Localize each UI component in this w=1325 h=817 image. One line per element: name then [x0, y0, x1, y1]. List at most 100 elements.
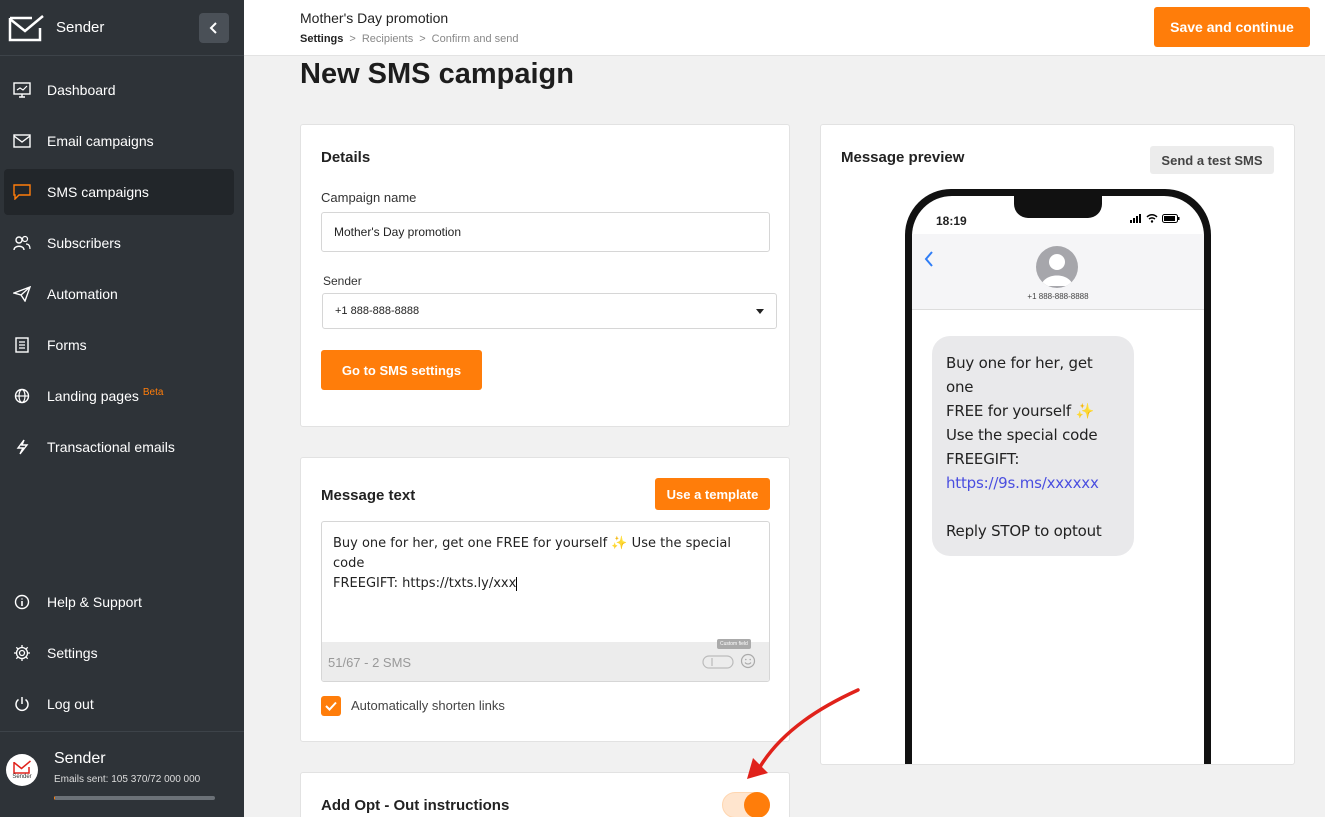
sender-logo-icon	[13, 760, 31, 774]
bubble-optout: Reply STOP to optout	[946, 522, 1102, 540]
sidebar-item-label: Landing pages	[47, 388, 139, 404]
collapse-sidebar-button[interactable]	[199, 13, 229, 43]
chevron-right-icon: >	[419, 33, 426, 45]
top-bar: Mother's Day promotion Settings > Recipien…	[244, 0, 1325, 56]
account-name: Sender	[54, 750, 106, 767]
sidebar-item-label: Subscribers	[47, 235, 121, 251]
form-icon	[12, 335, 32, 355]
sidebar-item-label: Transactional emails	[47, 439, 175, 455]
message-footer: 51/67 - 2 SMS Custom field	[322, 639, 769, 681]
save-and-continue-button[interactable]: Save and continue	[1154, 7, 1310, 47]
sidebar-item-transactional-emails[interactable]: Transactional emails	[4, 424, 234, 470]
sidebar-item-label: SMS campaigns	[47, 184, 149, 200]
sidebar-item-sms-campaigns[interactable]: SMS campaigns	[4, 169, 234, 215]
optout-card: Add Opt - Out instructions	[300, 772, 790, 817]
text-cursor	[516, 576, 518, 591]
wifi-icon	[1146, 214, 1158, 223]
sidebar-item-settings[interactable]: Settings	[4, 630, 234, 676]
sidebar-item-label: Automation	[47, 286, 118, 302]
emoji-icon[interactable]	[740, 653, 756, 674]
person-icon	[1041, 254, 1073, 286]
message-preview-title: Message preview	[841, 149, 965, 166]
battery-icon	[1162, 214, 1180, 223]
account-summary: Sender Sender Emails sent: 105 370/72 00…	[0, 731, 244, 817]
chevron-left-icon	[209, 22, 217, 34]
status-icons	[1130, 214, 1180, 223]
paper-plane-icon	[12, 284, 32, 304]
sidebar-item-subscribers[interactable]: Subscribers	[4, 220, 234, 266]
users-icon	[12, 233, 32, 253]
custom-field-icon[interactable]	[702, 655, 734, 674]
gear-icon	[12, 643, 32, 663]
message-text-line: Buy one for her, get one FREE for yourse…	[333, 536, 731, 571]
character-count: 51/67 - 2 SMS	[328, 655, 412, 670]
campaign-title: Mother's Day promotion	[300, 10, 449, 26]
phone-notch	[1014, 196, 1102, 218]
caret-down-icon	[756, 309, 764, 314]
bubble-link[interactable]: https://9s.ms/xxxxxx	[946, 471, 1120, 495]
usage-bar	[54, 796, 215, 800]
sidebar-item-label: Settings	[47, 645, 98, 661]
status-time: 18:19	[936, 214, 967, 228]
message-text: Buy one for her, get one FREE for yourse…	[333, 534, 763, 594]
annotation-arrow-icon	[747, 688, 860, 779]
sidebar-item-email-campaigns[interactable]: Email campaigns	[4, 118, 234, 164]
message-bubble: Buy one for her, get one FREE for yourse…	[932, 336, 1134, 556]
avatar-label: Sender	[12, 774, 32, 780]
sidebar-item-dashboard[interactable]: Dashboard	[4, 67, 234, 113]
sender-logo-icon[interactable]	[8, 14, 44, 42]
optout-title: Add Opt - Out instructions	[321, 797, 510, 814]
sidebar-item-help-support[interactable]: Help & Support	[4, 579, 234, 625]
use-template-button[interactable]: Use a template	[655, 478, 770, 510]
message-text-title: Message text	[321, 487, 416, 504]
message-preview-card: Message preview Send a test SMS 18:19 +1…	[820, 124, 1295, 765]
conversation-header: +1 888-888-8888	[912, 234, 1204, 310]
sidebar-item-log-out[interactable]: Log out	[4, 681, 234, 727]
bubble-line: FREEGIFT:	[946, 450, 1020, 468]
optout-toggle[interactable]	[722, 792, 770, 817]
sender-select[interactable]: +1 888-888-8888	[322, 293, 777, 329]
sidebar-item-label: Forms	[47, 337, 87, 353]
brand-name: Sender	[56, 19, 105, 36]
message-text-line: FREEGIFT: https://txts.ly/xxx	[333, 576, 517, 591]
back-chevron-icon[interactable]	[924, 250, 934, 273]
details-title: Details	[321, 149, 371, 166]
bubble-line: FREE for yourself ✨	[946, 402, 1095, 420]
contact-avatar	[1036, 246, 1078, 288]
send-test-sms-button[interactable]: Send a test SMS	[1150, 146, 1274, 174]
breadcrumb-settings[interactable]: Settings	[300, 33, 343, 45]
phone-mockup: 18:19 +1 888-888-8888 Buy one for her, g…	[905, 189, 1211, 764]
sidebar-item-automation[interactable]: Automation	[4, 271, 234, 317]
globe-icon	[12, 386, 32, 406]
avatar[interactable]: Sender	[6, 754, 38, 786]
sidebar: Sender Dashboard Email campaigns SMS cam…	[0, 0, 244, 817]
sidebar-item-label: Help & Support	[47, 594, 142, 610]
details-card: Details Campaign name Mother's Day promo…	[300, 124, 790, 427]
message-text-card: Message text Use a template Buy one for …	[300, 457, 790, 742]
dashboard-icon	[12, 80, 32, 100]
envelope-icon	[12, 131, 32, 151]
sidebar-item-forms[interactable]: Forms	[4, 322, 234, 368]
sidebar-header: Sender	[0, 0, 244, 56]
bubble-line: Use the special code	[946, 426, 1098, 444]
sidebar-item-landing-pages[interactable]: Landing pages Beta	[4, 373, 234, 419]
emails-sent-count: Emails sent: 105 370/72 000 000	[54, 774, 201, 785]
sidebar-item-label: Dashboard	[47, 82, 116, 98]
phone-screen: 18:19 +1 888-888-8888 Buy one for her, g…	[912, 196, 1204, 764]
page-title: New SMS campaign	[300, 58, 574, 90]
custom-field-tooltip: Custom field	[717, 639, 751, 649]
breadcrumb-confirm-send[interactable]: Confirm and send	[432, 33, 519, 45]
campaign-name-input[interactable]: Mother's Day promotion	[321, 212, 770, 252]
beta-badge: Beta	[142, 386, 164, 398]
contact-number: +1 888-888-8888	[1027, 292, 1089, 301]
lightning-icon	[12, 437, 32, 457]
message-textarea[interactable]: Buy one for her, get one FREE for yourse…	[321, 521, 770, 682]
chevron-right-icon: >	[349, 33, 356, 45]
power-icon	[12, 694, 32, 714]
shorten-links-checkbox[interactable]	[321, 696, 341, 716]
shorten-links-label: Automatically shorten links	[351, 698, 505, 713]
go-to-sms-settings-button[interactable]: Go to SMS settings	[321, 350, 482, 390]
breadcrumb-recipients[interactable]: Recipients	[362, 33, 413, 45]
chat-bubble-icon	[12, 182, 32, 202]
sender-selected-value: +1 888-888-8888	[335, 305, 420, 317]
